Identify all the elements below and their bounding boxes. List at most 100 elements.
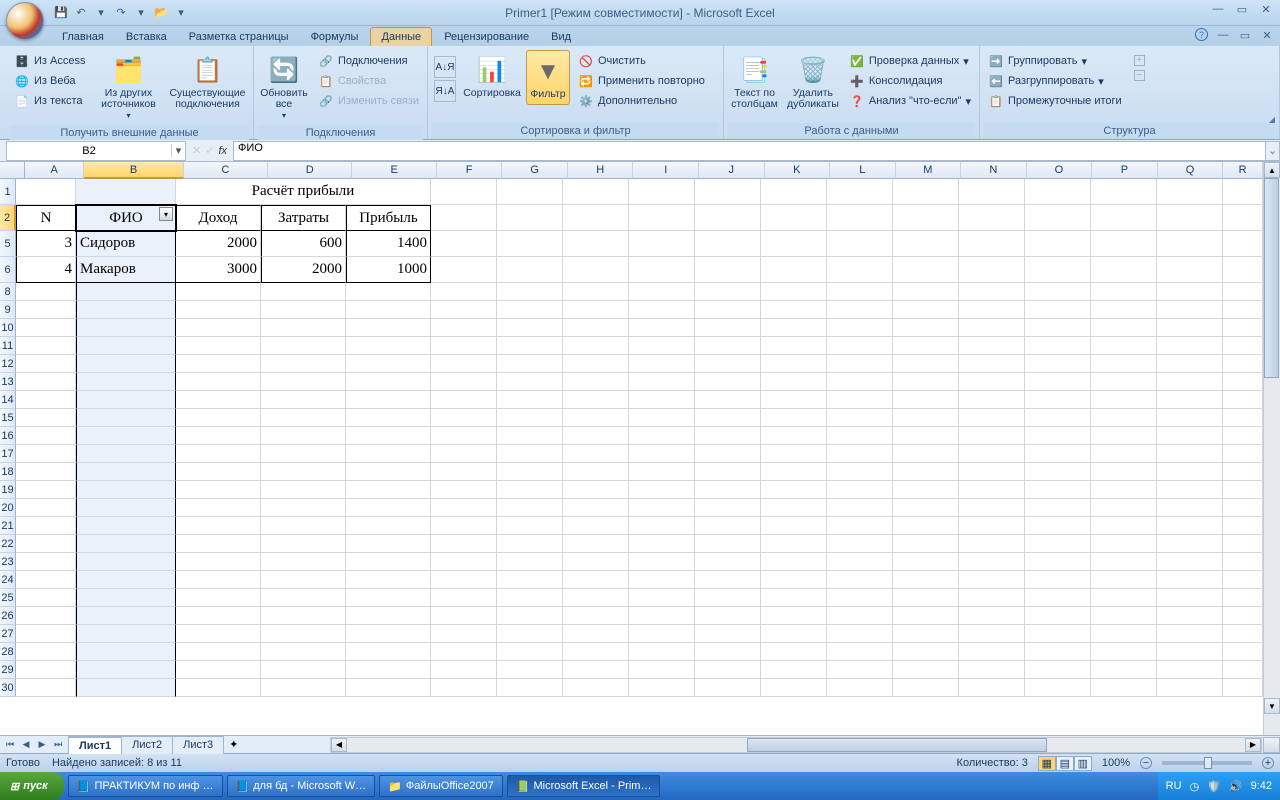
cell[interactable] [893, 643, 959, 661]
cell[interactable] [261, 517, 346, 535]
cell[interactable] [176, 553, 261, 571]
cell[interactable] [1091, 571, 1157, 589]
cell[interactable] [827, 301, 893, 319]
cell[interactable] [1157, 553, 1223, 571]
cell[interactable] [629, 571, 695, 589]
cell[interactable] [76, 535, 176, 553]
cell[interactable] [497, 517, 563, 535]
cell[interactable] [1157, 625, 1223, 643]
scroll-up-button[interactable]: ▲ [1264, 162, 1280, 178]
cell[interactable] [1025, 607, 1091, 625]
cell[interactable] [629, 463, 695, 481]
cell[interactable] [1157, 231, 1223, 257]
cell[interactable] [431, 257, 497, 283]
cell[interactable] [827, 463, 893, 481]
cell[interactable] [76, 607, 176, 625]
row-header[interactable]: 13 [0, 373, 16, 391]
cell[interactable] [431, 337, 497, 355]
cell[interactable] [497, 661, 563, 679]
cell[interactable] [761, 679, 827, 697]
start-button[interactable]: ⊞пуск [0, 772, 64, 800]
cell[interactable] [431, 625, 497, 643]
cell[interactable] [827, 373, 893, 391]
cell[interactable] [76, 625, 176, 643]
cell[interactable] [497, 589, 563, 607]
cell[interactable] [959, 337, 1025, 355]
cell[interactable] [431, 373, 497, 391]
cell[interactable] [1157, 427, 1223, 445]
column-header[interactable]: D [268, 162, 352, 179]
cell[interactable] [761, 571, 827, 589]
row-header[interactable]: 8 [0, 283, 16, 301]
cell[interactable] [76, 571, 176, 589]
cell[interactable] [497, 553, 563, 571]
cell[interactable] [893, 231, 959, 257]
cell[interactable] [1157, 517, 1223, 535]
cell[interactable] [959, 499, 1025, 517]
tab-view[interactable]: Вид [541, 28, 581, 46]
horizontal-scrollbar[interactable]: ◀ ▶ [330, 737, 1262, 753]
cell[interactable] [176, 625, 261, 643]
cell[interactable] [346, 499, 431, 517]
name-box[interactable]: ▾ [6, 141, 186, 161]
column-header[interactable]: M [896, 162, 962, 179]
row-header[interactable]: 23 [0, 553, 16, 571]
cell[interactable] [1091, 589, 1157, 607]
cell[interactable]: 3 [16, 231, 76, 257]
cell[interactable] [1025, 409, 1091, 427]
split-box[interactable] [1263, 737, 1280, 753]
view-pagebreak-button[interactable]: ▥ [1074, 756, 1092, 771]
cell[interactable] [16, 337, 76, 355]
cell[interactable] [431, 319, 497, 337]
cell[interactable] [761, 409, 827, 427]
cell[interactable] [563, 373, 629, 391]
cell[interactable] [959, 319, 1025, 337]
refresh-all-button[interactable]: 🔄Обновить все▾ [258, 50, 310, 125]
cell[interactable] [893, 427, 959, 445]
cell[interactable] [959, 301, 1025, 319]
cell[interactable] [1091, 517, 1157, 535]
scroll-down-button[interactable]: ▼ [1264, 698, 1280, 714]
cell[interactable] [261, 589, 346, 607]
cell[interactable] [563, 535, 629, 553]
cell[interactable] [1091, 661, 1157, 679]
cell[interactable] [761, 643, 827, 661]
row-header[interactable]: 22 [0, 535, 16, 553]
cell[interactable] [695, 301, 761, 319]
row-header[interactable]: 21 [0, 517, 16, 535]
cell[interactable] [261, 553, 346, 571]
cell[interactable]: 600 [261, 231, 346, 257]
cell[interactable] [695, 257, 761, 283]
cell[interactable] [16, 517, 76, 535]
cell[interactable] [1091, 391, 1157, 409]
cell[interactable] [761, 337, 827, 355]
cell[interactable] [1091, 625, 1157, 643]
advanced-filter-button[interactable]: ⚙️Дополнительно [576, 92, 707, 110]
cell[interactable] [761, 589, 827, 607]
cell[interactable] [1091, 179, 1157, 205]
qat-save[interactable]: 💾 [52, 4, 70, 22]
column-header[interactable]: B [84, 162, 183, 179]
cell[interactable] [497, 301, 563, 319]
cell[interactable] [629, 283, 695, 301]
cell[interactable] [959, 643, 1025, 661]
column-header[interactable]: O [1027, 162, 1093, 179]
cell[interactable] [1157, 301, 1223, 319]
cell[interactable] [695, 445, 761, 463]
cell[interactable] [431, 427, 497, 445]
cell[interactable] [1223, 589, 1263, 607]
row-header[interactable]: 17 [0, 445, 16, 463]
cell[interactable] [1157, 481, 1223, 499]
cell[interactable] [827, 535, 893, 553]
cell[interactable] [893, 205, 959, 231]
cell[interactable] [827, 679, 893, 697]
cell[interactable] [1025, 571, 1091, 589]
zoom-handle[interactable] [1204, 757, 1212, 769]
row-header[interactable]: 5 [0, 231, 16, 257]
cell[interactable] [629, 661, 695, 679]
cell[interactable] [176, 319, 261, 337]
cell[interactable] [76, 427, 176, 445]
cell[interactable] [76, 409, 176, 427]
cell[interactable] [16, 391, 76, 409]
cell[interactable] [261, 481, 346, 499]
